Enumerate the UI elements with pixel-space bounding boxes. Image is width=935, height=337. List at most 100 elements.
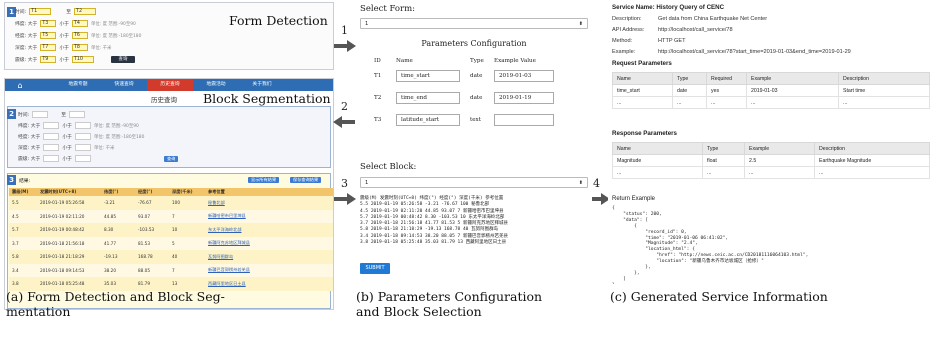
block-form-row: 深度: 大于 小于 单位: 千米: [18, 143, 114, 152]
block-input[interactable]: [74, 155, 91, 162]
dropdown-caret-icon: ⬍: [578, 180, 583, 186]
param-example-input[interactable]: 2019-01-19: [494, 92, 554, 104]
block-line: 3.8 2019-01-18 05:25:48 35.03 81.79 13 西…: [360, 240, 507, 246]
form-field-t2[interactable]: T2: [74, 8, 97, 15]
request-row: ... ... ... ... ...: [612, 96, 930, 109]
info-value[interactable]: http://localhost/call_service/78?start_t…: [658, 49, 851, 55]
submit-button[interactable]: SUBMIT: [360, 263, 390, 274]
form-select[interactable]: 1 ⬍: [360, 18, 588, 29]
param-id: T2: [374, 95, 382, 101]
col-header: Example Value: [494, 58, 536, 64]
show-all-button[interactable]: 显示所有结果: [248, 177, 280, 183]
form-field-t6[interactable]: T6: [71, 32, 88, 39]
table-cell: 5: [169, 236, 205, 250]
form-label: 小于: [59, 34, 69, 39]
nav-item-history-query[interactable]: 历史查询: [147, 79, 193, 91]
form-field-t10[interactable]: T10: [71, 56, 94, 63]
block-query-button[interactable]: 查询: [163, 155, 179, 162]
request-parameters-title: Request Parameters: [612, 60, 672, 67]
caption-b-line2: and Block Selection: [356, 304, 482, 319]
nav-item-quick-query[interactable]: 快速查询: [101, 79, 147, 91]
form-detection-title: Form Detection: [229, 13, 328, 28]
table-cell: 168.78: [135, 250, 169, 264]
info-key: Example:: [612, 49, 636, 55]
table-row: 3.4 2019-01-18 09:14:53 38.20 88.05 7 新疆巴音郭楞州…: [9, 263, 333, 277]
info-value[interactable]: http://localhost/call_service/78: [658, 27, 733, 33]
block3-badge: 3: [7, 175, 16, 185]
table-cell: 93.07: [135, 209, 169, 223]
request-header-row: Name Type Required Example Description: [612, 72, 930, 85]
table-cell: 10: [169, 223, 205, 237]
step-number-4: 4: [593, 177, 600, 190]
table-cell: 100: [169, 196, 205, 210]
response-row: Magnitude float 2.5 Earthquake Magnitude: [612, 154, 930, 167]
block-input[interactable]: [43, 122, 60, 129]
caption-c-line1: (c) Generated Service Information: [610, 289, 828, 304]
block-input[interactable]: [74, 144, 91, 151]
location-link[interactable]: 新疆巴音郭楞州若羌县: [205, 263, 333, 277]
return-example-title: Return Example: [612, 196, 656, 202]
form-label: 小于: [62, 157, 72, 162]
block-input[interactable]: [74, 122, 91, 129]
location-link[interactable]: 新疆哈密市巴里坤县: [205, 209, 333, 223]
location-link[interactable]: 东太平洋海岭北部: [205, 223, 333, 237]
col-header: Description: [814, 142, 930, 155]
form-label: 震级: 大于: [18, 157, 41, 162]
block-input[interactable]: [43, 155, 60, 162]
form-field-t3[interactable]: T3: [40, 20, 57, 27]
table-row: 5.5 2019-01-19 05:26:58 -3.21 -76.67 100 秘鲁北部: [9, 196, 333, 210]
service-information-screenshot: Service Name: History Query of CENC Desc…: [608, 2, 932, 284]
arrow-left-icon: [333, 116, 355, 128]
home-icon[interactable]: ⌂: [5, 81, 35, 90]
block-input[interactable]: [43, 133, 60, 140]
table-cell: 7: [169, 263, 205, 277]
location-link[interactable]: 瓦努阿图群岛: [205, 250, 333, 264]
location-link[interactable]: 新疆阿克苏地区拜城县: [205, 236, 333, 250]
form-row-time: 时间: T1 至 T2: [15, 7, 97, 16]
form-row-latitude: 纬度: 大于 T3 小于 T4 单位: 度 范围:-90至90: [15, 19, 136, 28]
cell: ...: [746, 96, 839, 109]
form-row-depth: 深度: 大于 T7 小于 T8 单位: 千米: [15, 43, 111, 52]
table-cell: 88.05: [135, 263, 169, 277]
block-input[interactable]: [74, 133, 91, 140]
response-parameters-title: Response Parameters: [612, 130, 678, 137]
form-field-t1[interactable]: T1: [29, 8, 52, 15]
form-field-t7[interactable]: T7: [40, 44, 57, 51]
form-field-t8[interactable]: T8: [71, 44, 88, 51]
nav-item-about[interactable]: 关于我们: [239, 79, 285, 91]
block-input[interactable]: [32, 111, 49, 118]
cell: ...: [612, 166, 703, 179]
form-field-t5[interactable]: T5: [40, 32, 57, 39]
block-input[interactable]: [43, 144, 60, 151]
info-value: Get data from China Earthquake Net Cente…: [658, 16, 768, 22]
block-input[interactable]: [69, 111, 86, 118]
nav-item-topics[interactable]: 地震专题: [55, 79, 101, 91]
param-name-input[interactable]: time_end: [396, 92, 460, 104]
table-cell: 2019-01-18 21:56:18: [37, 236, 101, 250]
code-line: }: [612, 283, 808, 284]
param-id: T3: [374, 117, 382, 123]
form-hint: 单位: 千米: [90, 45, 112, 51]
location-link[interactable]: 秘鲁北部: [205, 196, 333, 210]
block-select[interactable]: 1 ⬍: [360, 177, 588, 188]
results-label: 结果:: [19, 179, 31, 184]
parameters-configuration-screenshot: Select Form: 1 ⬍ Parameters Configuratio…: [356, 2, 592, 158]
nav-item-activity[interactable]: 地震活动: [193, 79, 239, 91]
cell: date: [672, 84, 707, 97]
table-cell: 8.30: [101, 223, 135, 237]
table-row: 5.7 2019-01-19 00:48:42 8.30 -103.53 10 东太平洋海…: [9, 223, 333, 237]
cell: 2019-01-03: [746, 84, 839, 97]
form-field-t4[interactable]: T4: [71, 20, 88, 27]
save-results-button[interactable]: 保存查询结果: [290, 177, 322, 183]
param-example-input[interactable]: [494, 114, 554, 126]
cell: Magnitude: [612, 154, 703, 167]
return-example-code: { "status": 200, "data": [ { "record_id"…: [612, 206, 808, 284]
caption-a: (a) Form Detection and Block Seg- mentat…: [6, 289, 225, 319]
param-name-input[interactable]: time_start: [396, 70, 460, 82]
form-field-t9[interactable]: T9: [40, 56, 57, 63]
form-query-button[interactable]: 查询: [110, 56, 135, 63]
param-name-input[interactable]: latitude_start: [396, 114, 460, 126]
param-example-input[interactable]: 2019-01-03: [494, 70, 554, 82]
block-form-row: 纬度: 大于 小于 单位: 度 范围:-90至90: [18, 121, 139, 130]
cell: time_start: [612, 84, 673, 97]
